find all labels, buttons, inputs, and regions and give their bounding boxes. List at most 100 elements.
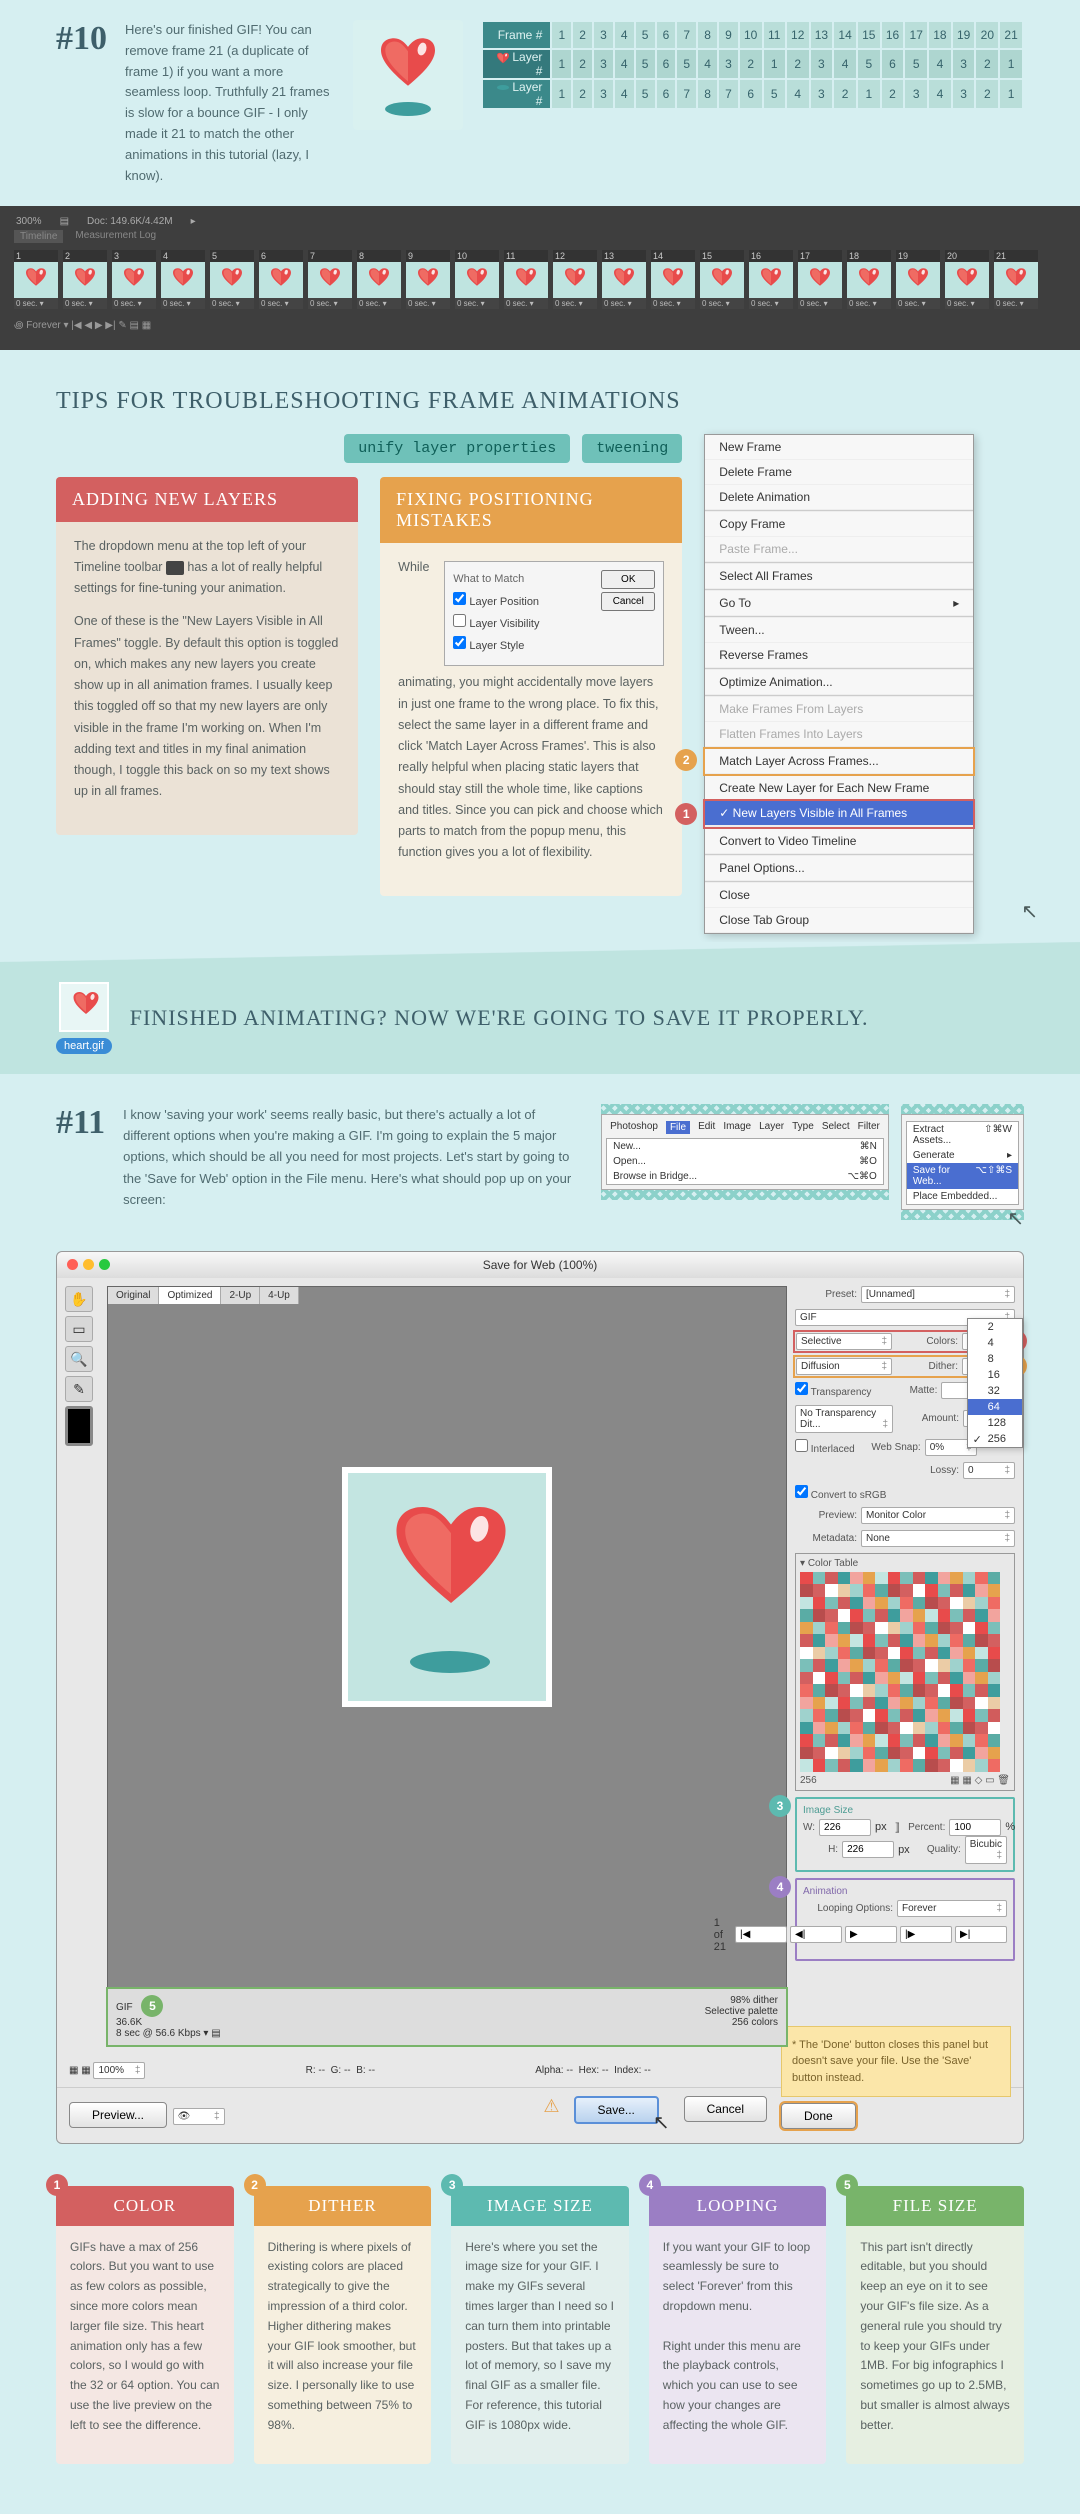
prev-frame-button[interactable]: ◀| [790, 1926, 842, 1943]
colors-dropdown-list[interactable]: 248163264128256 [967, 1318, 1023, 1448]
next-frame-button[interactable]: |▶ [900, 1926, 952, 1943]
pill-tweening: tweening [582, 434, 682, 463]
timeline-frame[interactable]: 160 sec. ▾ [749, 250, 793, 309]
transdither-select[interactable]: No Transparency Dit... [795, 1405, 893, 1433]
marker-4: 4 [769, 1876, 791, 1898]
color-swatch[interactable] [65, 1406, 93, 1446]
preview-button[interactable]: Preview... [69, 2102, 167, 2128]
marker-2: 2 [244, 2174, 266, 2196]
preset-select[interactable]: [Unnamed] [861, 1286, 1015, 1303]
marker-4: 4 [639, 2174, 661, 2196]
menu-item[interactable]: Create New Layer for Each New Frame [705, 776, 973, 801]
first-frame-button[interactable]: |◀ [735, 1926, 787, 1943]
timeline-frame[interactable]: 70 sec. ▾ [308, 250, 352, 309]
last-frame-button[interactable]: ▶| [955, 1926, 1007, 1943]
timeline-frame[interactable]: 190 sec. ▾ [896, 250, 940, 309]
metadata-select[interactable]: None [861, 1530, 1015, 1547]
menu-item[interactable]: Reverse Frames [705, 643, 973, 668]
heart-tile [353, 20, 463, 130]
height-input[interactable] [842, 1841, 894, 1858]
save-button[interactable]: Save... [574, 2096, 659, 2124]
menu-item[interactable]: Make Frames From Layers [705, 697, 973, 722]
timeline-frame[interactable]: 140 sec. ▾ [651, 250, 695, 309]
cancel-button[interactable]: Cancel [601, 592, 655, 611]
play-button[interactable]: ▶ [845, 1926, 897, 1943]
timeline-frame[interactable]: 110 sec. ▾ [504, 250, 548, 309]
match-layer-dialog: OK Cancel What to Match Layer Position L… [444, 561, 664, 667]
eyedropper-tool-icon[interactable]: ✎ [65, 1376, 93, 1402]
sfw-settings-panel: Preset:[Unnamed] GIF SelectiveColors:256… [795, 1286, 1015, 2046]
ok-button[interactable]: OK [601, 570, 655, 589]
card-fixing-position: FIXING POSITIONING MISTAKES OK Cancel Wh… [380, 477, 682, 896]
finished-band: heart.gif FINISHED ANIMATING? NOW WE'RE … [0, 962, 1080, 1074]
preview-select[interactable]: Monitor Color [861, 1507, 1015, 1524]
timeline-frame[interactable]: 130 sec. ▾ [602, 250, 646, 309]
sfw-toolbar[interactable]: ✋ ▭ 🔍 ✎ [65, 1286, 99, 2046]
dither-alg-select[interactable]: Diffusion [796, 1358, 892, 1375]
preview-tab[interactable]: Optimized [159, 1287, 221, 1304]
timeline-frame[interactable]: 100 sec. ▾ [455, 250, 499, 309]
menu-item[interactable]: Convert to Video Timeline [705, 829, 973, 854]
tip-card: 5FILE SIZEThis part isn't directly edita… [846, 2186, 1024, 2464]
timeline-context-menu[interactable]: New FrameDelete FrameDelete AnimationCop… [704, 434, 974, 934]
cursor-icon: ↖ [653, 2110, 670, 2135]
cancel-button[interactable]: Cancel [684, 2096, 767, 2122]
step-number: #11 [56, 1104, 105, 1142]
reduction-select[interactable]: Selective [796, 1333, 892, 1350]
preview-tab[interactable]: Original [108, 1287, 159, 1304]
timeline-frame[interactable]: 200 sec. ▾ [945, 250, 989, 309]
step10-copy: Here's our finished GIF! You can remove … [125, 20, 335, 186]
menu-item[interactable]: Close Tab Group [705, 908, 973, 933]
menu-item[interactable]: Optimize Animation... [705, 670, 973, 695]
timeline-frame[interactable]: 80 sec. ▾ [357, 250, 401, 309]
timeline-frame[interactable]: 20 sec. ▾ [63, 250, 107, 309]
tip-card: 2DITHERDithering is where pixels of exis… [254, 2186, 432, 2464]
timeline-frame[interactable]: 210 sec. ▾ [994, 250, 1038, 309]
step-number: #10 [56, 20, 107, 58]
done-button[interactable]: Done [781, 2103, 856, 2129]
timeline-frame[interactable]: 40 sec. ▾ [161, 250, 205, 309]
tip-card: 1COLORGIFs have a max of 256 colors. But… [56, 2186, 234, 2464]
marker-5: 5 [836, 2174, 858, 2196]
menu-item[interactable]: Panel Options... [705, 856, 973, 881]
timeline-frame[interactable]: 170 sec. ▾ [798, 250, 842, 309]
pill-unify: unify layer properties [344, 434, 570, 463]
slice-tool-icon[interactable]: ▭ [65, 1316, 93, 1342]
ps-file-menu: PhotoshopFileEditImageLayerTypeSelectFil… [601, 1114, 889, 1190]
marker-1: 1 [46, 2174, 68, 2196]
menu-item[interactable]: ✓ New Layers Visible in All Frames [705, 801, 973, 826]
zoom-tool-icon[interactable]: 🔍 [65, 1346, 93, 1372]
menu-item[interactable]: New Frame [705, 435, 973, 460]
menu-item[interactable]: Tween... [705, 618, 973, 643]
ps-save-for-web-menu: Extract Assets...⇧⌘WGenerate▸Save for We… [901, 1114, 1024, 1210]
timeline-frame[interactable]: 120 sec. ▾ [553, 250, 597, 309]
menu-item[interactable]: Delete Frame [705, 460, 973, 485]
timeline-frame[interactable]: 10 sec. ▾ [14, 250, 58, 309]
menu-item[interactable]: Flatten Frames Into Layers [705, 722, 973, 747]
menu-item[interactable]: Select All Frames [705, 564, 973, 589]
sfw-preview: OriginalOptimized2-Up4-Up GIF 536.6K8 se… [107, 1286, 787, 2046]
looping-select[interactable]: Forever [897, 1900, 1007, 1917]
timeline-frame[interactable]: 150 sec. ▾ [700, 250, 744, 309]
menu-item[interactable]: Go To▸ [705, 591, 973, 616]
color-table: ▾ Color Table 256▦ ▦ ◇ ▭ 🗑 [795, 1553, 1015, 1791]
cursor-icon: ↖ [1021, 899, 1038, 924]
preview-tab[interactable]: 4-Up [260, 1287, 299, 1304]
width-input[interactable] [819, 1819, 871, 1836]
timeline-frame[interactable]: 90 sec. ▾ [406, 250, 450, 309]
file-label: heart.gif [56, 1038, 112, 1054]
file-thumbnail [59, 982, 109, 1032]
hand-tool-icon[interactable]: ✋ [65, 1286, 93, 1312]
menu-item[interactable]: Delete Animation [705, 485, 973, 510]
menu-item[interactable]: Match Layer Across Frames...2 [705, 749, 973, 774]
menu-item[interactable]: Paste Frame... [705, 537, 973, 562]
timeline-frame[interactable]: 180 sec. ▾ [847, 250, 891, 309]
timeline-frame[interactable]: 60 sec. ▾ [259, 250, 303, 309]
animation-panel: 4 Animation Looping Options:Forever 1 of… [795, 1878, 1015, 1961]
save-for-web-dialog: Save for Web (100%) ✋ ▭ 🔍 ✎ OriginalOpti… [56, 1251, 1024, 2144]
menu-item[interactable]: Copy Frame [705, 512, 973, 537]
preview-tab[interactable]: 2-Up [221, 1287, 260, 1304]
timeline-frame[interactable]: 50 sec. ▾ [210, 250, 254, 309]
menu-item[interactable]: Close [705, 883, 973, 908]
timeline-frame[interactable]: 30 sec. ▾ [112, 250, 156, 309]
